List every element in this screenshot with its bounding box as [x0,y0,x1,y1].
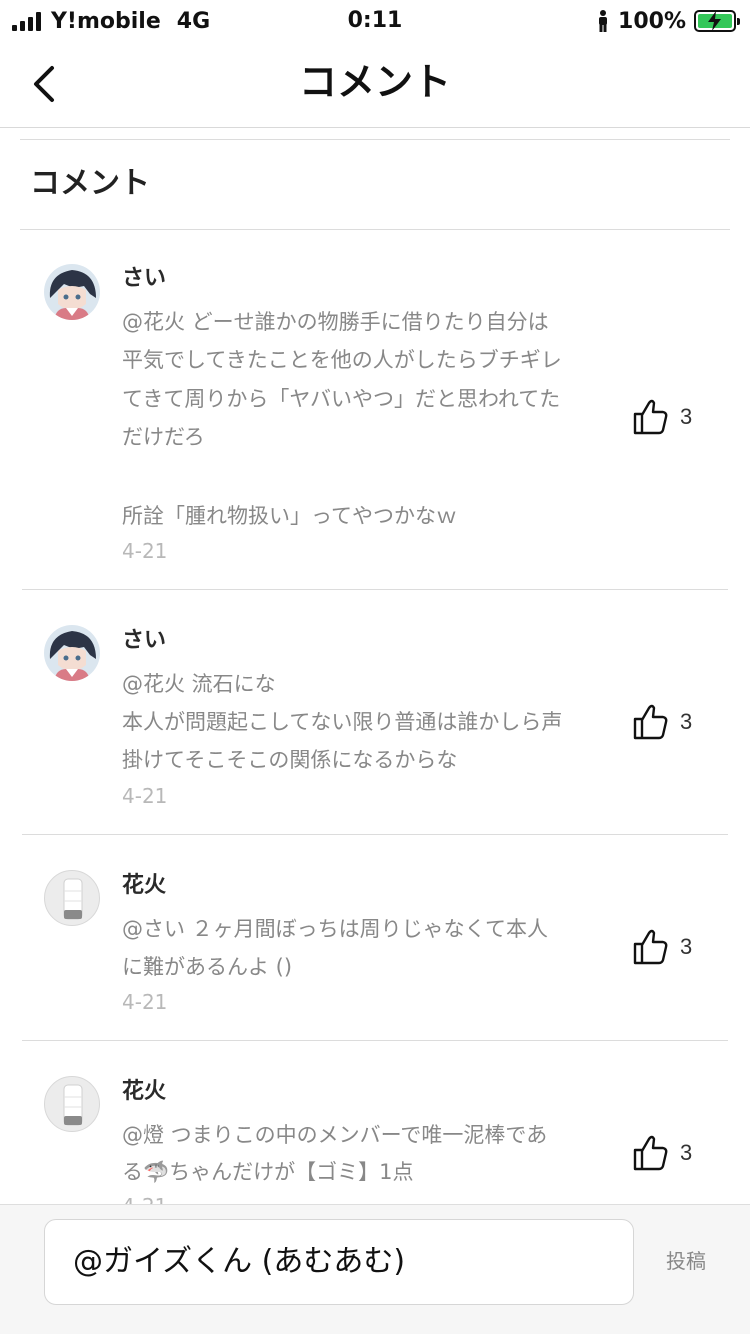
avatar[interactable] [44,870,100,926]
comment-input[interactable]: @ガイズくん (あむあむ) [44,1219,634,1305]
comment-text: @花火 流石にな [122,672,276,696]
comment-composer: @ガイズくん (あむあむ) 投稿 [0,1204,750,1334]
avatar[interactable] [44,1076,100,1132]
comment-text: 平気でしてきたことを他の人がしたらブチギレ [122,348,562,372]
default-avatar-icon [63,1084,83,1126]
comment-text: に難があるんよ () [122,955,293,979]
like-count: 3 [680,934,693,959]
thumbs-up-icon [633,704,668,740]
comment-author[interactable]: さい [122,264,166,294]
comment-text: 本人が問題起こしてない限り普通は誰かしら声 [122,710,563,734]
person-icon [599,10,608,32]
divider [20,139,730,140]
comment-text: 所詮「腫れ物扱い」ってやつかなｗ [122,504,457,528]
comment-text: 掛けてそこそこの関係になるからな [122,748,458,772]
like-count: 3 [680,709,693,734]
like-count: 3 [680,1140,693,1165]
thumbs-up-icon [633,929,668,965]
section-title: コメント [30,166,150,201]
comment-text: てきて周りから「ヤバいやつ」だと思われてた [122,387,561,411]
comment-author[interactable]: 花火 [122,871,166,901]
status-bar: Y!mobile 4G 0:11 100% [0,0,750,42]
default-avatar-icon [63,878,83,920]
comment-text: @燈 つまりこの中のメンバーで唯一泥棒であ [122,1123,548,1147]
thumbs-up-icon [633,399,668,435]
comment-text: @花火 どーせ誰かの物勝手に借りたり自分は [122,310,549,334]
comment-author[interactable]: 花火 [122,1077,166,1107]
comment-date: 4-21 [122,784,168,808]
avatar[interactable] [44,625,100,681]
comment-date: 4-21 [122,539,168,563]
battery-percent: 100% [618,8,686,34]
like-button[interactable]: 3 [632,927,692,967]
comment-item: 花火 @燈 つまりこの中のメンバーで唯一泥棒であ る🦈ちゃんだけが【ゴミ】1点 … [0,1041,750,1204]
comment-text: @さい ２ヶ月間ぼっちは周りじゃなくて本人 [122,917,549,941]
comment-author[interactable]: さい [122,626,166,656]
anime-character-avatar-icon [44,264,100,320]
battery-icon [694,10,740,32]
status-right: 100% [596,6,740,36]
like-button[interactable]: 3 [632,702,692,742]
anime-character-avatar-icon [44,625,100,681]
comment-text: る🦈ちゃんだけが【ゴミ】1点 [122,1160,414,1184]
comment-item: 花火 @さい ２ヶ月間ぼっちは周りじゃなくて本人 に難があるんよ () 4-21… [0,835,750,1041]
comment-date: 4-21 [122,1193,167,1204]
navigation-bar: コメント [0,42,750,128]
comment-item: さい @花火 流石にな 本人が問題起こしてない限り普通は誰かしら声 掛けてそこそ… [0,590,750,835]
post-button[interactable]: 投稿 [666,1245,706,1277]
page-title: コメント [298,60,451,104]
comment-item: さい @花火 どーせ誰かの物勝手に借りたり自分は 平気でしてきたことを他の人がし… [0,230,750,590]
like-count: 3 [680,404,693,429]
comment-text: だけだろ [122,425,205,449]
thumbs-up-icon [633,1135,668,1171]
like-button[interactable]: 3 [632,397,692,437]
like-button[interactable]: 3 [632,1133,692,1173]
avatar[interactable] [44,264,100,320]
comment-date: 4-21 [122,990,168,1014]
